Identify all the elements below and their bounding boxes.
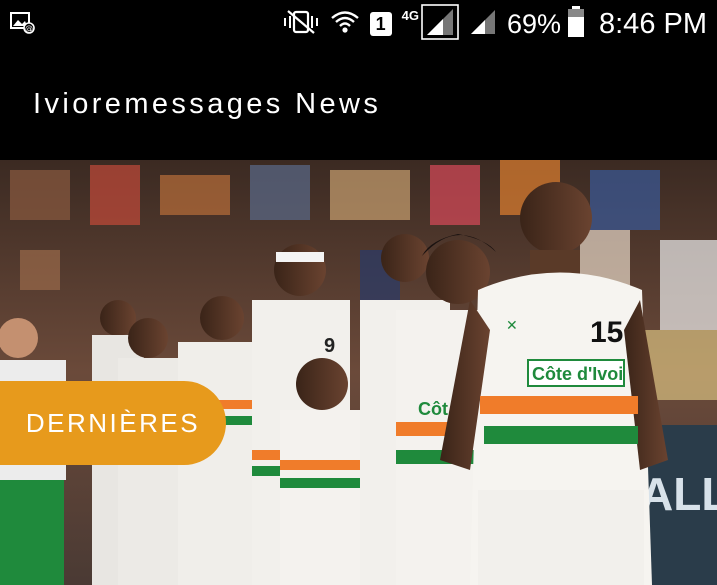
svg-text:9: 9 [324,335,335,357]
screenshot-notification-icon: @ [10,12,36,34]
category-label: DERNIÈRES [25,407,201,438]
basketball-team-photo: ALL 9 Côt 15 Côte d'Ivoi ✕ [0,160,717,585]
battery-icon [567,5,585,43]
app-bar: Ivioremessages News [0,48,717,160]
signal-icon [469,8,497,41]
network-type-label: 4G [401,8,419,23]
svg-text:ALL: ALL [640,468,717,520]
svg-text:Côte d'Ivoi: Côte d'Ivoi [532,364,623,384]
vibrate-mute-icon [282,9,320,40]
sim-1-icon: 1 [369,12,392,36]
app-title: Ivioremessages News [33,88,382,120]
svg-text:@: @ [25,24,33,33]
battery-percent: 69% [506,8,561,39]
svg-text:Côt: Côt [418,399,448,419]
signal-4g-icon [421,3,459,45]
svg-text:✕: ✕ [506,318,518,334]
wifi-icon [330,9,360,40]
status-icons: 1 4G 69% 8:46 PM [282,0,707,48]
hero-article-image[interactable]: ALL 9 Côt 15 Côte d'Ivoi ✕ DERNIÈRES [0,160,717,585]
svg-text:15: 15 [590,316,623,349]
clock: 8:46 PM [599,7,707,40]
category-label-pill[interactable]: DERNIÈRES [0,381,226,465]
status-bar: @ 1 4G 69% 8:46 PM [0,0,717,48]
